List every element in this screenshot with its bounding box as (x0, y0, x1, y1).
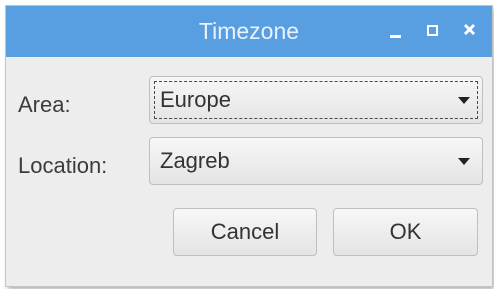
area-dropdown[interactable]: Europe (149, 76, 483, 124)
ok-button[interactable]: OK (333, 208, 478, 256)
location-value: Zagreb (160, 148, 230, 173)
close-icon[interactable] (459, 19, 481, 41)
area-value: Europe (160, 87, 231, 112)
location-dropdown[interactable]: Zagreb (149, 137, 483, 185)
cancel-button[interactable]: Cancel (173, 208, 317, 256)
minimize-icon[interactable] (385, 19, 407, 41)
location-label: Location: (18, 153, 108, 178)
maximize-icon[interactable] (422, 19, 444, 41)
chevron-down-icon (458, 97, 470, 104)
timezone-dialog: Timezone Area: Europe Location: Zagreb C… (6, 6, 492, 286)
chevron-down-icon (458, 158, 470, 165)
area-label: Area: (18, 92, 71, 117)
title-bar[interactable]: Timezone (6, 6, 492, 57)
window-title: Timezone (198, 18, 300, 44)
